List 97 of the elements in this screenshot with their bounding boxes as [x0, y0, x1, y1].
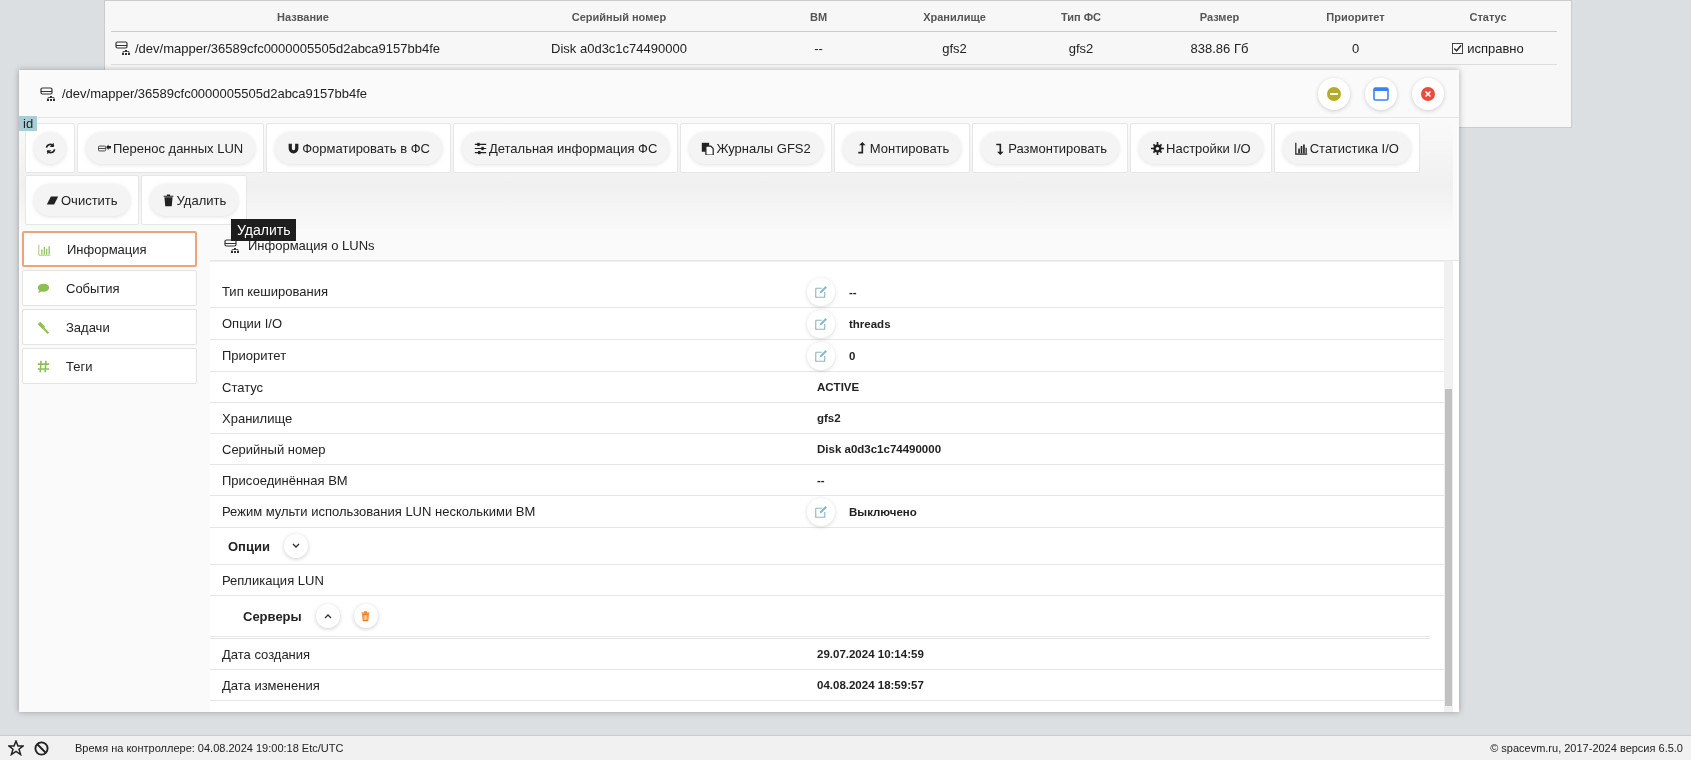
- column-header: Серийный номер: [495, 1, 743, 32]
- panel-title: Информация о LUNs: [248, 238, 375, 253]
- edit-button[interactable]: [807, 309, 835, 338]
- column-header: Хранилище: [894, 1, 1015, 32]
- field-label: Статус: [222, 379, 265, 395]
- sliders-icon: [473, 141, 487, 155]
- pencil-icon: [815, 285, 827, 298]
- window-title: /dev/mapper/36589cfc0000005505d2abca9157bb4fe: [62, 86, 369, 101]
- sidebar-item[interactable]: События: [22, 270, 197, 306]
- toolbar-button[interactable]: Статистика I/O: [1282, 132, 1411, 164]
- copyright-text: © spacevm.ru, 2017-2024 версия 6.5.0: [1490, 742, 1683, 754]
- field-value: --: [849, 285, 857, 298]
- table-cell: /dev/mapper/36589cfc0000005505d2abca9157bb4fe: [135, 40, 441, 56]
- toolbar-button[interactable]: Журналы GFS2: [689, 132, 823, 164]
- sidebar-item[interactable]: Теги: [22, 348, 197, 384]
- field-label: Хранилище: [222, 410, 294, 426]
- id-badge: id: [19, 116, 38, 131]
- section-title: Опции: [228, 538, 270, 554]
- field-value: Disk a0d3c1c74490000: [817, 443, 942, 455]
- edit-button[interactable]: [807, 341, 835, 370]
- pencil-icon: [815, 349, 827, 362]
- trash-icon: [161, 193, 175, 207]
- toolbar-button[interactable]: Детальная информация ФС: [461, 132, 670, 164]
- chevron-button[interactable]: [315, 604, 340, 628]
- field-label: Репликация LUN: [222, 572, 325, 588]
- column-header: ВМ: [743, 1, 894, 32]
- column-header: Размер: [1147, 1, 1292, 32]
- column-header: Статус: [1419, 1, 1557, 32]
- star-icon[interactable]: [8, 740, 24, 756]
- disk-icon: [224, 237, 240, 254]
- field-label: Приоритет: [222, 348, 288, 363]
- refresh-icon: [43, 141, 57, 155]
- bar-chart-icon: [1294, 141, 1308, 155]
- minimize-button[interactable]: [1318, 77, 1350, 110]
- field-label: Дата создания: [222, 646, 312, 662]
- minus-circle-icon: [1327, 86, 1341, 101]
- table-cell: gfs2: [942, 40, 967, 56]
- table-cell: Disk a0d3c1c74490000: [551, 40, 687, 56]
- field-label: Серийный номер: [222, 441, 327, 457]
- field-value: gfs2: [817, 412, 841, 424]
- toolbar-button[interactable]: Размонтировать: [981, 132, 1119, 164]
- edit-button[interactable]: [807, 277, 835, 306]
- refresh-button[interactable]: [34, 132, 66, 164]
- table-cell: 0: [1351, 40, 1360, 56]
- field-value: 29.07.2024 10:14:59: [817, 648, 924, 660]
- magnet-icon: [287, 141, 301, 155]
- table-cell: 838.86 Гб: [1190, 40, 1249, 56]
- disk-icon: [115, 40, 131, 56]
- field-value: 04.08.2024 18:59:57: [817, 679, 924, 691]
- copy-icon: [701, 141, 715, 155]
- eraser-icon: [46, 193, 59, 207]
- table-cell: --: [814, 40, 823, 56]
- field-label: Режим мульти использования LUN несколькими ВМ: [222, 504, 537, 519]
- field-label: Опции I/O: [222, 316, 284, 331]
- field-value: 0: [849, 349, 856, 362]
- toolbar-button[interactable]: Очистить: [34, 184, 130, 216]
- scrollbar[interactable]: [1444, 261, 1453, 712]
- edit-button[interactable]: [807, 497, 835, 526]
- sidebar-item[interactable]: Задачи: [22, 309, 197, 345]
- chevron-button[interactable]: [283, 534, 308, 558]
- column-header: Название: [111, 1, 495, 32]
- field-label: Присоединённая ВМ: [222, 472, 349, 488]
- window-icon: [1373, 86, 1389, 101]
- gavel-icon: [37, 320, 50, 334]
- chat-bubble-icon: [37, 281, 50, 295]
- pencil-icon: [815, 505, 827, 518]
- toolbar-button[interactable]: Форматировать в ФС: [275, 132, 442, 164]
- blocked-icon[interactable]: [34, 740, 49, 756]
- gear-icon: [1151, 141, 1164, 155]
- bar-chart-icon: [38, 242, 51, 256]
- table-cell: исправно: [1467, 40, 1524, 56]
- field-value: threads: [849, 317, 891, 330]
- toolbar-button[interactable]: Перенос данных LUN: [86, 132, 256, 164]
- toolbar-button[interactable]: Удалить: [149, 184, 239, 216]
- hash-icon: [37, 359, 50, 373]
- disk-icon: [40, 85, 56, 102]
- toolbar-button[interactable]: Монтировать: [842, 132, 962, 164]
- checkbox-icon: [1452, 42, 1464, 54]
- trash-icon: [360, 610, 372, 622]
- sidebar-item[interactable]: Информация: [22, 231, 197, 267]
- field-label: Тип кеширования: [222, 284, 329, 299]
- close-button[interactable]: [1412, 77, 1444, 110]
- controller-time: Время на контроллере: 04.08.2024 19:00:18 Etc/UTC: [75, 742, 345, 754]
- tooltip: Удалить: [231, 219, 297, 241]
- maximize-button[interactable]: [1365, 77, 1397, 110]
- field-value: --: [817, 474, 825, 486]
- delete-button[interactable]: [353, 604, 378, 628]
- pencil-icon: [815, 317, 827, 330]
- table-cell: gfs2: [1068, 40, 1094, 56]
- column-header: Тип ФС: [1015, 1, 1147, 32]
- field-value: Выключено: [849, 505, 917, 518]
- close-icon: [1421, 86, 1435, 101]
- toolbar-button[interactable]: Настройки I/O: [1139, 132, 1263, 164]
- section-title: Серверы: [243, 608, 302, 624]
- column-header: Приоритет: [1292, 1, 1419, 32]
- field-value: ACTIVE: [817, 381, 860, 393]
- field-label: Дата изменения: [222, 677, 321, 693]
